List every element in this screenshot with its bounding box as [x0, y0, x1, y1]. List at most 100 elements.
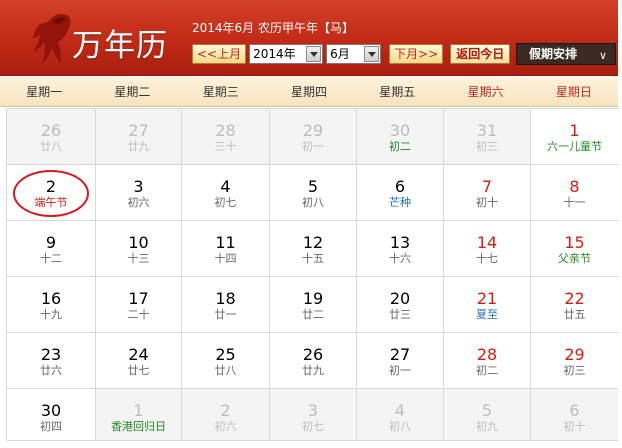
lunar-date: 初二 — [389, 140, 411, 153]
day-number: 24 — [128, 345, 149, 364]
day-cell[interactable]: 20 廿三 — [357, 277, 444, 333]
day-cell[interactable]: 30 初二 — [357, 109, 444, 165]
lunar-date: 初七 — [214, 196, 237, 209]
day-number: 4 — [220, 177, 231, 196]
lunar-date: 初六 — [214, 420, 237, 433]
day-number: 5 — [307, 177, 319, 196]
day-number: 4 — [394, 401, 406, 420]
day-cell[interactable]: 28 初二 — [444, 333, 531, 389]
day-cell[interactable]: 29 初三 — [531, 333, 619, 389]
lunar-date: 廿一 — [214, 308, 237, 321]
day-cell[interactable]: 7 初十 — [444, 165, 531, 221]
day-cell[interactable]: 25 廿八 — [182, 333, 270, 389]
day-cell[interactable]: 5 初九 — [444, 389, 531, 441]
day-cell[interactable]: 28 三十 — [182, 109, 270, 165]
day-cell[interactable]: 3 初六 — [96, 165, 182, 221]
weekday-label: 星期四 — [290, 85, 327, 99]
chevron-down-icon[interactable] — [364, 46, 380, 62]
day-cell[interactable]: 12 十五 — [270, 221, 357, 277]
day-number: 8 — [569, 177, 580, 196]
lunar-date: 十四 — [214, 252, 237, 265]
day-cell[interactable]: 27 初一 — [357, 333, 444, 389]
lunar-date: 十一 — [563, 196, 586, 209]
day-number: 9 — [45, 233, 57, 252]
chevron-down-icon[interactable] — [306, 46, 322, 62]
lunar-date: 初一 — [389, 364, 411, 377]
lunar-subtitle: 2014年6月 农历甲午年【马】 — [192, 21, 354, 35]
day-cell[interactable]: 22 廿五 — [531, 277, 619, 333]
lunar-date: 廿七 — [127, 364, 150, 377]
day-cell[interactable]: 2 初六 — [182, 389, 270, 441]
day-cell[interactable]: 4 初八 — [357, 389, 444, 441]
lunar-date: 初七 — [302, 420, 324, 433]
day-cell[interactable]: 9 十二 — [7, 221, 96, 277]
day-number: 21 — [476, 289, 498, 308]
lunar-date: 初二 — [476, 364, 498, 377]
weekday-label: 星期一 — [26, 85, 63, 99]
day-number: 10 — [128, 233, 149, 252]
right-edge — [618, 0, 622, 448]
lunar-date: 初六 — [127, 196, 150, 209]
day-cell[interactable]: 27 廿九 — [96, 109, 182, 165]
calendar-widget: 万年历 2014年6月 农历甲午年【马】 <<上月 2014年 6月 下月>> … — [0, 0, 622, 448]
year-select[interactable]: 2014年 — [249, 44, 324, 64]
lunar-date: 初三 — [563, 364, 586, 377]
weekday-label: 星期三 — [202, 85, 239, 99]
day-cell[interactable]: 2 端午节 — [7, 165, 96, 221]
day-cell[interactable]: 5 初八 — [270, 165, 357, 221]
day-number: 19 — [302, 289, 324, 308]
day-number: 30 — [389, 121, 411, 140]
day-cell[interactable]: 24 廿七 — [96, 333, 182, 389]
day-cell[interactable]: 30 初四 — [7, 389, 96, 441]
day-number: 2 — [220, 401, 231, 420]
day-cell[interactable]: 16 十九 — [7, 277, 96, 333]
day-cell[interactable]: 18 廿一 — [182, 277, 270, 333]
day-number: 7 — [481, 177, 493, 196]
day-number: 12 — [302, 233, 324, 252]
lunar-date: 初四 — [40, 420, 62, 433]
month-select[interactable]: 6月 — [326, 44, 382, 64]
day-cell[interactable]: 26 廿八 — [7, 109, 96, 165]
lunar-date: 廿三 — [389, 308, 411, 321]
day-cell[interactable]: 15 父亲节 — [531, 221, 619, 277]
day-cell[interactable]: 19 廿二 — [270, 277, 357, 333]
day-cell[interactable]: 8 十一 — [531, 165, 619, 221]
day-number: 29 — [302, 121, 324, 140]
lunar-date: 初十 — [563, 420, 586, 433]
day-number: 3 — [133, 177, 144, 196]
day-cell[interactable]: 3 初七 — [270, 389, 357, 441]
weekday-label: 星期日 — [555, 85, 592, 99]
day-number: 27 — [128, 121, 149, 140]
day-number: 14 — [476, 233, 498, 252]
day-cell[interactable]: 13 十六 — [357, 221, 444, 277]
lunar-date: 廿五 — [563, 308, 586, 321]
day-cell[interactable]: 17 二十 — [96, 277, 182, 333]
day-cell[interactable]: 14 十七 — [444, 221, 531, 277]
next-month-button[interactable]: 下月>> — [389, 44, 444, 64]
holiday-schedule-dropdown[interactable]: 假期安排 ∨ — [516, 43, 616, 65]
day-cell[interactable]: 21 夏至 — [444, 277, 531, 333]
day-cell[interactable]: 1 六一儿童节 — [531, 109, 619, 165]
back-to-today-button[interactable]: 返回今日 — [450, 44, 511, 64]
day-number: 5 — [481, 401, 493, 420]
prev-month-button[interactable]: <<上月 — [192, 44, 247, 64]
day-cell[interactable]: 4 初七 — [182, 165, 270, 221]
weekday-label: 星期二 — [114, 85, 151, 99]
day-number: 18 — [215, 289, 236, 308]
day-number: 17 — [128, 289, 149, 308]
lunar-date: 十二 — [40, 252, 62, 265]
day-cell[interactable]: 11 十四 — [182, 221, 270, 277]
day-cell[interactable]: 26 廿九 — [270, 333, 357, 389]
day-cell[interactable]: 10 十三 — [96, 221, 182, 277]
day-cell[interactable]: 23 廿六 — [7, 333, 96, 389]
lunar-date: 十九 — [40, 308, 62, 321]
day-cell[interactable]: 6 芒种 — [357, 165, 444, 221]
day-cell[interactable]: 31 初三 — [444, 109, 531, 165]
day-cell[interactable]: 1 香港回归日 — [96, 389, 182, 441]
weekday-label: 星期六 — [467, 85, 504, 99]
lunar-date: 初十 — [476, 196, 498, 209]
day-cell[interactable]: 29 初一 — [270, 109, 357, 165]
day-number: 13 — [389, 233, 411, 252]
day-number: 30 — [40, 401, 62, 420]
day-cell[interactable]: 6 初十 — [531, 389, 619, 441]
